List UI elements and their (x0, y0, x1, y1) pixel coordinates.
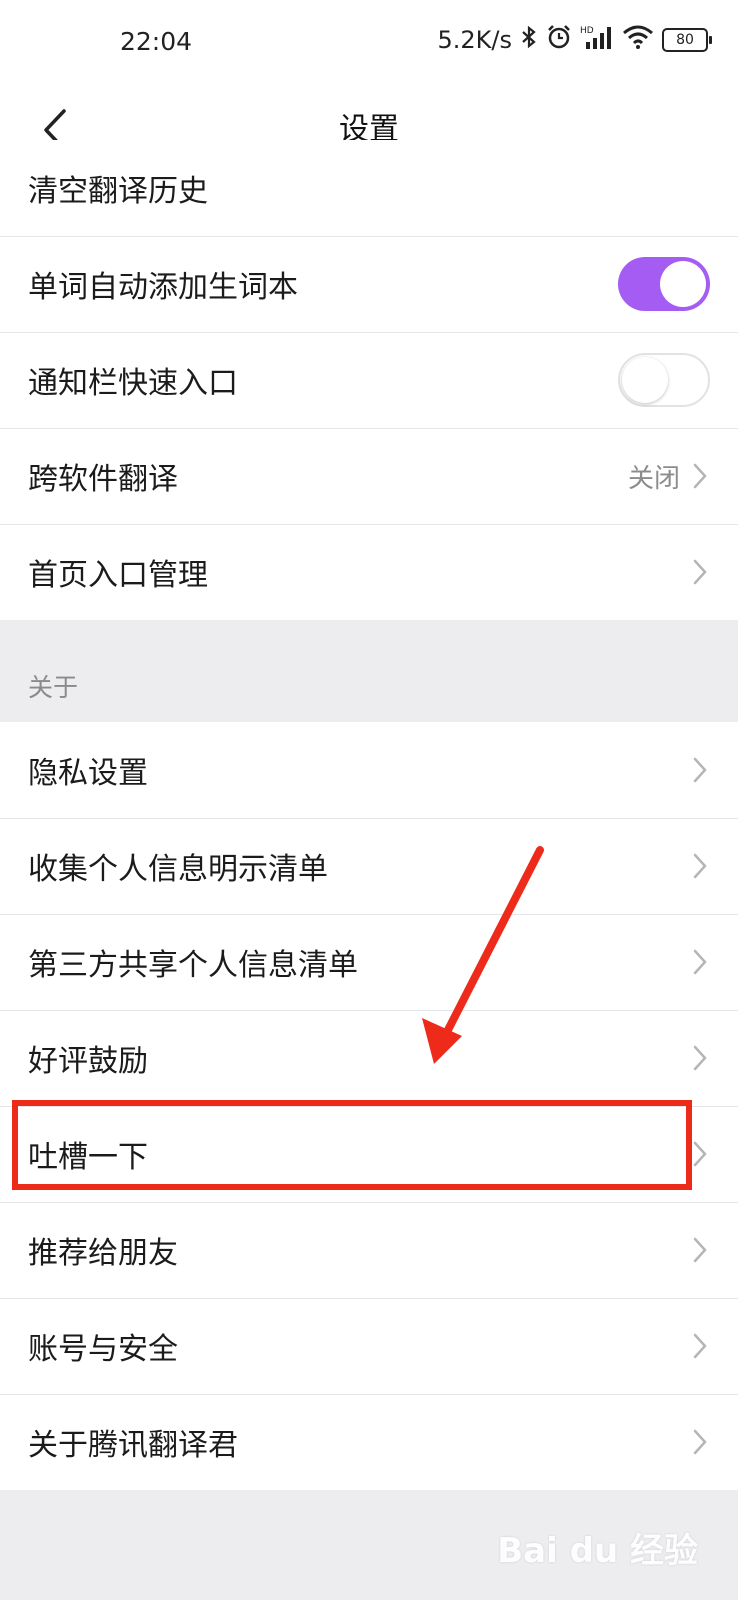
auto-add-vocab-toggle[interactable] (618, 257, 710, 311)
about-app-row[interactable]: 关于腾讯翻译君 (0, 1394, 738, 1490)
third-party-sharing-row[interactable]: 第三方共享个人信息清单 (0, 914, 738, 1010)
chevron-right-icon (692, 1138, 710, 1170)
chevron-right-icon (692, 1330, 710, 1362)
chevron-right-icon (692, 754, 710, 786)
toggle-knob (660, 261, 706, 307)
chevron-right-icon (692, 1234, 710, 1266)
hd-signal-icon: HD (580, 24, 614, 56)
chevron-right-icon (692, 946, 710, 978)
row-label: 收集个人信息明示清单 (28, 852, 328, 887)
bluetooth-icon (520, 25, 538, 55)
personal-info-list-row[interactable]: 收集个人信息明示清单 (0, 818, 738, 914)
clear-history-row[interactable]: 清空翻译历史 (0, 140, 738, 236)
chevron-right-icon (692, 556, 710, 588)
cross-app-translate-row[interactable]: 跨软件翻译 关闭 (0, 428, 738, 524)
row-label: 首页入口管理 (28, 558, 208, 593)
watermark-logo: Bai du 经验 (497, 1531, 698, 1571)
svg-text:HD: HD (580, 26, 594, 36)
notification-entry-row: 通知栏快速入口 (0, 332, 738, 428)
privacy-settings-row[interactable]: 隐私设置 (0, 722, 738, 818)
row-label: 关于腾讯翻译君 (28, 1428, 238, 1463)
section-title-about: 关于 (28, 673, 79, 702)
account-security-row[interactable]: 账号与安全 (0, 1298, 738, 1394)
row-label: 通知栏快速入口 (28, 366, 238, 401)
status-icons: 5.2K/s HD 80 (437, 24, 712, 56)
rate-app-row[interactable]: 好评鼓励 (0, 1010, 738, 1106)
chevron-right-icon (692, 1042, 710, 1074)
chevron-right-icon (692, 850, 710, 882)
alarm-icon (546, 24, 572, 56)
row-label: 推荐给朋友 (28, 1236, 178, 1271)
battery-icon: 80 (662, 28, 712, 52)
network-speed: 5.2K/s (437, 26, 513, 54)
recommend-friends-row[interactable]: 推荐给朋友 (0, 1202, 738, 1298)
auto-add-vocab-row: 单词自动添加生词本 (0, 236, 738, 332)
chevron-right-icon (692, 1426, 710, 1458)
wifi-icon (622, 25, 654, 55)
row-label: 账号与安全 (28, 1332, 178, 1367)
settings-group: 清空翻译历史 单词自动添加生词本 通知栏快速入口 跨软件翻译 关闭 首页入口管理 (0, 140, 738, 620)
notification-entry-toggle[interactable] (618, 353, 710, 407)
row-label: 跨软件翻译 (28, 462, 178, 497)
row-label: 单词自动添加生词本 (28, 270, 298, 305)
annotation-highlight-box (12, 1100, 692, 1190)
status-time: 22:04 (120, 27, 193, 56)
row-label: 第三方共享个人信息清单 (28, 948, 358, 983)
toggle-knob (622, 357, 668, 403)
chevron-right-icon (692, 460, 710, 492)
home-entry-manage-row[interactable]: 首页入口管理 (0, 524, 738, 620)
row-label: 好评鼓励 (28, 1044, 148, 1079)
status-bar: 22:04 5.2K/s HD 80 (0, 0, 738, 80)
row-value: 关闭 (627, 463, 680, 494)
row-label: 隐私设置 (28, 756, 148, 791)
row-label: 清空翻译历史 (28, 174, 208, 209)
